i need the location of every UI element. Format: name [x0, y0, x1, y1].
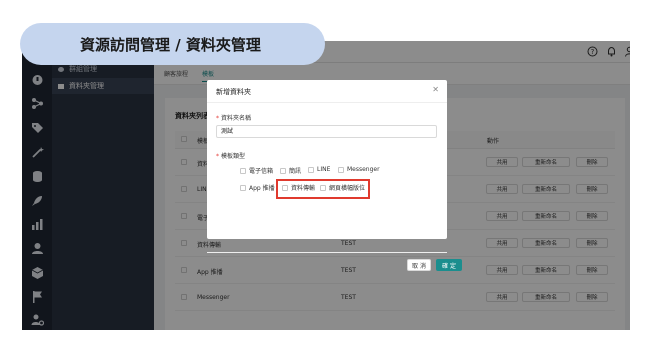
- checkbox[interactable]: [240, 167, 246, 174]
- option-messenger[interactable]: Messenger: [338, 166, 380, 173]
- required-mark: *: [216, 153, 219, 160]
- page-title-banner: 資源訪問管理 / 資料夾管理: [20, 23, 325, 65]
- option-label: 簡訊: [289, 168, 302, 175]
- highlight-box: [276, 179, 370, 199]
- checkbox[interactable]: [280, 167, 286, 174]
- new-folder-dialog: 新增資料夾 ✕ * 資料夾名稱 測試 * 模板類型 電子信箱 簡訊 LINE Mes…: [207, 80, 462, 271]
- dialog-divider: [207, 102, 447, 103]
- option-app-push[interactable]: App 推播: [240, 183, 275, 192]
- folder-name-label-text: 資料夾名稱: [221, 115, 252, 122]
- close-icon[interactable]: ✕: [432, 85, 439, 94]
- option-line[interactable]: LINE: [308, 166, 330, 173]
- app-window: 群組管理 資料夾管理 ? 顧客旅程 模板 資料夾列表 模板類型 動作 資料傳輸 …: [22, 41, 630, 330]
- checkbox[interactable]: [338, 166, 344, 173]
- template-type-label: * 模板類型: [216, 151, 245, 160]
- folder-name-input[interactable]: 測試: [216, 125, 437, 138]
- option-label: LINE: [317, 166, 331, 173]
- option-label: App 推播: [249, 185, 275, 192]
- option-sms[interactable]: 簡訊: [280, 166, 301, 175]
- option-label: 電子信箱: [249, 168, 274, 175]
- checkbox[interactable]: [308, 166, 314, 173]
- dialog-footer-divider: [207, 252, 447, 253]
- dialog-title: 新增資料夾: [216, 88, 251, 96]
- required-mark: *: [216, 115, 219, 122]
- folder-name-label: * 資料夾名稱: [216, 113, 251, 122]
- option-email[interactable]: 電子信箱: [240, 166, 273, 175]
- template-type-label-text: 模板類型: [221, 153, 246, 160]
- page-title: 資源訪問管理 / 資料夾管理: [80, 35, 261, 54]
- cancel-button[interactable]: 取 消: [407, 259, 431, 271]
- checkbox[interactable]: [240, 184, 246, 191]
- confirm-button[interactable]: 確 定: [436, 259, 462, 271]
- option-label: Messenger: [347, 166, 380, 173]
